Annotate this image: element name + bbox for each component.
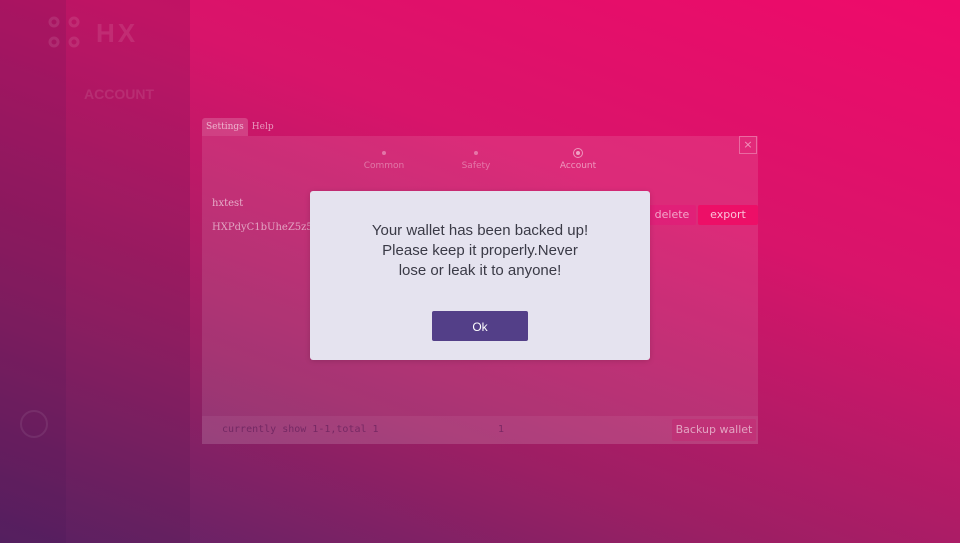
backup-success-dialog: Your wallet has been backed up! Please k… bbox=[310, 191, 650, 360]
ok-button[interactable]: Ok bbox=[432, 311, 528, 341]
dialog-message: Your wallet has been backed up! Please k… bbox=[371, 222, 589, 279]
